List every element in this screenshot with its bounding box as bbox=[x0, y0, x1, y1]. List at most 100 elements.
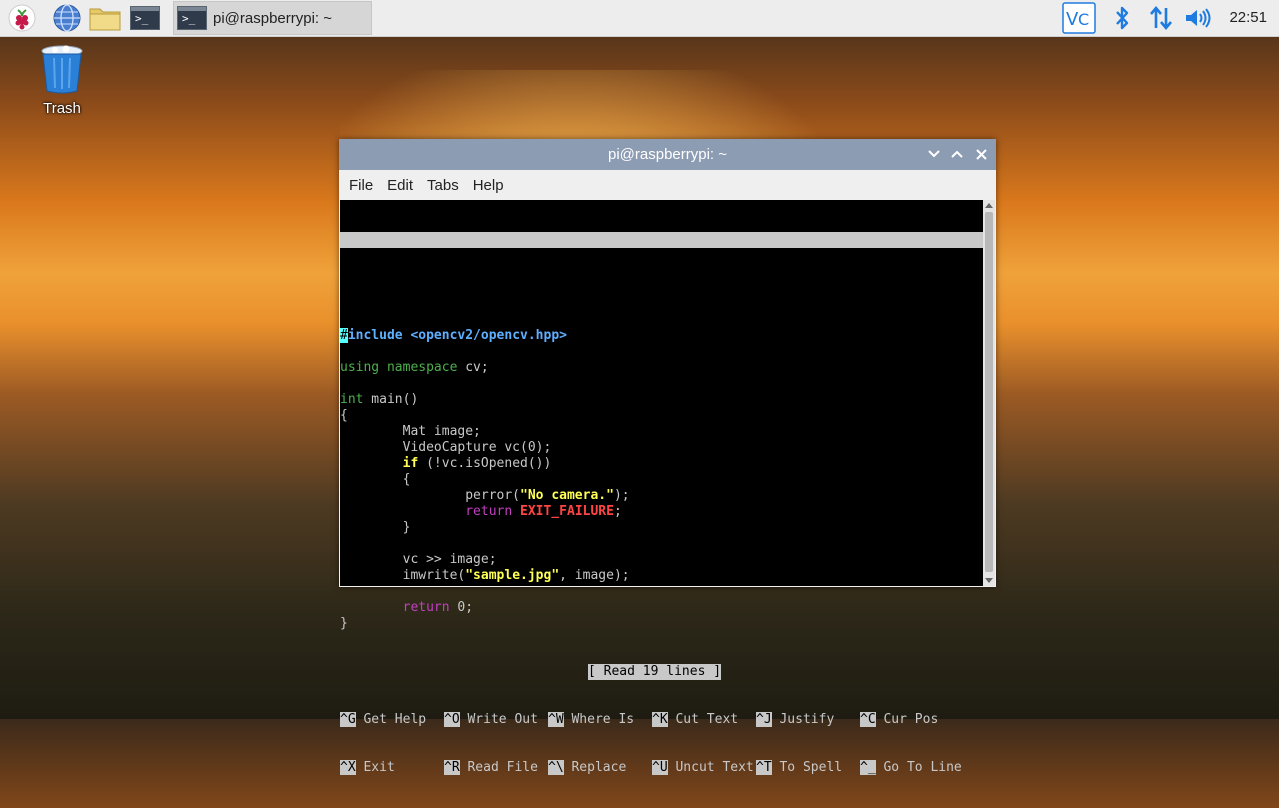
code-line: using namespace cv; bbox=[340, 360, 983, 376]
code-editor[interactable]: #include <opencv2/opencv.hpp> using names… bbox=[340, 328, 983, 632]
shortcut-label: Read File bbox=[459, 760, 538, 775]
maximize-button[interactable] bbox=[947, 144, 967, 164]
window-title: pi@raspberrypi: ~ bbox=[607, 146, 728, 163]
shortcut-key: ^\ bbox=[548, 760, 564, 775]
window-titlebar[interactable]: pi@raspberrypi: ~ bbox=[339, 139, 996, 170]
code-line: vc >> image; bbox=[340, 552, 983, 568]
code-token: 0; bbox=[449, 600, 474, 615]
shortcut-item: ^W Where Is bbox=[548, 712, 634, 728]
shortcut-label: Uncut Text bbox=[667, 760, 754, 775]
code-token: if bbox=[402, 456, 419, 471]
shortcut-key: ^X bbox=[340, 760, 356, 775]
volume-icon[interactable] bbox=[1183, 2, 1213, 34]
code-token: { bbox=[340, 408, 348, 423]
shortcut-item: ^K Cut Text bbox=[652, 712, 738, 728]
menu-help[interactable]: Help bbox=[466, 177, 511, 194]
shortcut-key: ^C bbox=[860, 712, 876, 727]
shortcut-item: ^U Uncut Text bbox=[652, 760, 754, 776]
code-token: EXIT_FAILURE bbox=[520, 504, 614, 519]
code-line: int main() bbox=[340, 392, 983, 408]
scroll-down-arrow-icon[interactable] bbox=[985, 578, 993, 583]
minimize-button[interactable] bbox=[924, 144, 944, 164]
vnc-icon[interactable]: V C bbox=[1061, 2, 1097, 34]
web-browser-icon[interactable] bbox=[51, 2, 83, 34]
network-icon[interactable] bbox=[1146, 2, 1176, 34]
clock[interactable]: 22:51 bbox=[1229, 0, 1267, 36]
nano-version: GNU nano 3.2 bbox=[356, 248, 450, 263]
code-token: return bbox=[465, 504, 513, 519]
code-token: cv; bbox=[457, 360, 489, 375]
code-token: vc >> image; bbox=[340, 552, 497, 567]
raspberry-menu-icon[interactable] bbox=[6, 2, 38, 34]
bluetooth-icon[interactable] bbox=[1109, 2, 1135, 34]
code-line: } bbox=[340, 520, 983, 536]
shortcut-key: ^W bbox=[548, 712, 564, 727]
menu-bar: File Edit Tabs Help bbox=[339, 170, 996, 200]
code-line: VideoCapture vc(0); bbox=[340, 440, 983, 456]
menu-tabs[interactable]: Tabs bbox=[420, 177, 466, 194]
code-line: perror("No camera."); bbox=[340, 488, 983, 504]
shortcut-key: ^_ bbox=[860, 760, 876, 775]
code-token: int bbox=[340, 392, 364, 407]
scrollbar-thumb[interactable] bbox=[985, 212, 993, 572]
code-token: include <opencv2/opencv.hpp> bbox=[347, 328, 567, 343]
code-token: ; bbox=[613, 504, 622, 519]
shortcut-label: Get Help bbox=[355, 712, 427, 727]
shortcut-item: ^T To Spell bbox=[756, 760, 842, 776]
code-line: { bbox=[340, 408, 983, 424]
code-token: "sample.jpg" bbox=[465, 568, 560, 583]
shortcut-key: ^R bbox=[444, 760, 460, 775]
scrollbar[interactable] bbox=[983, 200, 995, 586]
shortcut-label: Justify bbox=[771, 712, 835, 727]
code-token: VideoCapture vc(0); bbox=[340, 440, 552, 455]
shortcut-item: ^O Write Out bbox=[444, 712, 538, 728]
shortcut-key: ^O bbox=[444, 712, 460, 727]
top-panel: >_ >_ pi@raspberrypi: ~ V C 22:51 bbox=[0, 0, 1279, 37]
nano-filename: cv.cpp bbox=[652, 264, 699, 279]
code-line: imwrite("sample.jpg", image); bbox=[340, 568, 983, 584]
svg-text:C: C bbox=[1078, 10, 1089, 29]
code-token: } bbox=[340, 616, 348, 631]
shortcut-key: ^G bbox=[340, 712, 356, 727]
status-message: [ Read 19 lines ] bbox=[588, 664, 722, 680]
shortcut-item: ^\ Replace bbox=[548, 760, 626, 776]
terminal-icon: >_ bbox=[177, 6, 207, 30]
code-line: if (!vc.isOpened()) bbox=[340, 456, 983, 472]
taskbar-terminal-button[interactable]: >_ pi@raspberrypi: ~ bbox=[173, 1, 372, 35]
scroll-up-arrow-icon[interactable] bbox=[985, 203, 993, 208]
code-line: Mat image; bbox=[340, 424, 983, 440]
shortcut-label: To Spell bbox=[771, 760, 843, 775]
shortcut-item: ^R Read File bbox=[444, 760, 538, 776]
code-token: { bbox=[340, 472, 411, 487]
terminal-area[interactable]: GNU nano 3.2 cv.cpp #include <opencv2/op… bbox=[340, 200, 983, 775]
shortcut-row: ^G Get Help ^O Write Out ^W Where Is ^K Cut… bbox=[340, 712, 983, 728]
shortcut-key: ^J bbox=[756, 712, 772, 727]
code-token: , image); bbox=[559, 568, 630, 583]
shortcut-key: ^K bbox=[652, 712, 668, 727]
code-line: #include <opencv2/opencv.hpp> bbox=[340, 328, 983, 344]
code-token: using namespace bbox=[340, 360, 458, 375]
nano-title-bar: GNU nano 3.2 cv.cpp bbox=[340, 232, 983, 279]
shortcut-label: Write Out bbox=[459, 712, 538, 727]
close-button[interactable] bbox=[971, 144, 991, 164]
file-manager-icon[interactable] bbox=[89, 2, 121, 34]
menu-file[interactable]: File bbox=[342, 177, 380, 194]
shortcut-label: Cut Text bbox=[667, 712, 739, 727]
code-token: } bbox=[340, 520, 411, 535]
menu-edit[interactable]: Edit bbox=[380, 177, 420, 194]
chevron-up-icon bbox=[951, 150, 963, 158]
code-token: "No camera." bbox=[520, 488, 614, 503]
code-line: } bbox=[340, 616, 983, 632]
shortcut-row: ^X Exit ^R Read File ^\ Replace ^U Uncut Te… bbox=[340, 760, 983, 776]
desktop-trash[interactable]: Trash bbox=[30, 44, 94, 117]
shortcut-label: Go To Line bbox=[875, 760, 962, 775]
terminal-icon[interactable]: >_ bbox=[129, 2, 161, 34]
code-line: return 0; bbox=[340, 600, 983, 616]
shortcut-item: ^X Exit bbox=[340, 760, 395, 776]
